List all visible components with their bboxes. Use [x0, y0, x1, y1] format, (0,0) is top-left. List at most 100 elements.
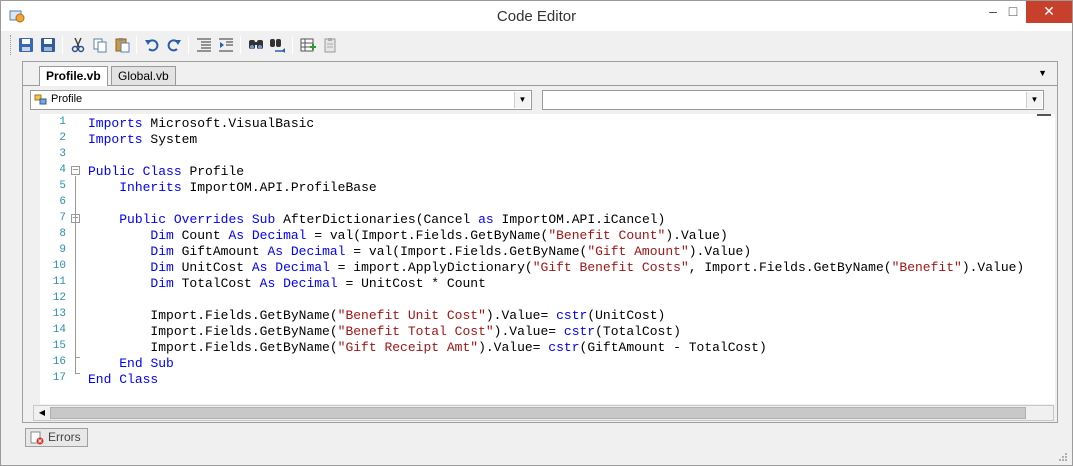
code-line[interactable]: Dim UnitCost As Decimal = import.ApplyDi…	[88, 260, 1024, 276]
line-number: 4	[59, 164, 66, 176]
code-text-segment: UnitCost	[173, 260, 252, 275]
code-text-segment: = UnitCost * Count	[337, 276, 486, 291]
copy-icon[interactable]	[90, 35, 110, 55]
indent-icon[interactable]	[194, 35, 214, 55]
code-line[interactable]: End Class	[88, 372, 158, 388]
code-text-segment: (UnitCost)	[587, 308, 666, 323]
editor-panel: Profile.vb Global.vb ▼ Profile ▼ ▼ 12345…	[22, 61, 1058, 423]
code-line[interactable]: Dim Count As Decimal = val(Import.Fields…	[88, 228, 728, 244]
paste-icon[interactable]	[112, 35, 132, 55]
code-line[interactable]: Imports Microsoft.VisualBasic	[88, 116, 314, 132]
code-text-segment: = import.ApplyDictionary(	[329, 260, 533, 275]
code-line[interactable]: Public Overrides Sub AfterDictionaries(C…	[88, 212, 665, 228]
collapse-icon[interactable]: –	[71, 166, 80, 175]
code-text-segment	[88, 212, 119, 227]
code-text-segment: = val(Import.Fields.GetByName(	[345, 244, 588, 259]
code-text-segment: Import.Fields.GetByName(	[88, 308, 338, 323]
code-keyword: cstr	[563, 324, 596, 339]
code-keyword: Dim	[150, 276, 174, 291]
scrollbar-thumb[interactable]	[50, 407, 1026, 419]
code-keyword: Imports	[88, 116, 143, 131]
close-button[interactable]: ✕	[1026, 1, 1072, 23]
toolbar	[10, 32, 1065, 58]
class-selector-combo[interactable]: Profile ▼	[30, 90, 532, 110]
chevron-down-icon[interactable]: ▼	[1026, 92, 1042, 108]
code-line[interactable]: Inherits ImportOM.API.ProfileBase	[88, 180, 376, 196]
code-line[interactable]: Import.Fields.GetByName("Benefit Unit Co…	[88, 308, 665, 324]
code-text-segment: ).Value)	[688, 244, 752, 259]
code-keyword: Dim	[150, 260, 174, 275]
code-string: "Gift Amount"	[587, 244, 689, 259]
code-text-segment: TotalCost	[173, 276, 260, 291]
window-title: Code Editor	[496, 8, 577, 25]
code-line[interactable]: Dim GiftAmount As Decimal = val(Import.F…	[88, 244, 751, 260]
replace-icon[interactable]	[268, 35, 288, 55]
insert-field-icon[interactable]	[298, 35, 318, 55]
line-number: 16	[52, 356, 66, 368]
code-text-segment: , Import.Fields.GetByName(	[688, 260, 892, 275]
code-line[interactable]: Dim TotalCost As Decimal = UnitCost * Co…	[88, 276, 486, 292]
code-text-segment: ).Value)	[961, 260, 1025, 275]
line-number: 1	[59, 116, 66, 128]
member-selector-combo[interactable]: ▼	[542, 90, 1044, 110]
tab-global-vb[interactable]: Global.vb	[111, 66, 176, 85]
tab-list-dropdown-icon[interactable]: ▼	[1038, 68, 1047, 78]
cut-icon[interactable]	[68, 35, 88, 55]
undo-icon[interactable]	[142, 35, 162, 55]
code-keyword: Public	[88, 164, 135, 179]
code-keyword: Decimal	[251, 228, 307, 243]
code-keyword: Class	[119, 372, 159, 387]
line-number: 17	[52, 372, 66, 384]
line-number: 6	[59, 196, 66, 208]
resize-grip-icon[interactable]	[1058, 451, 1068, 461]
line-number: 12	[52, 292, 66, 304]
code-keyword: Dim	[150, 244, 174, 259]
scroll-left-icon[interactable]: ◀	[34, 406, 50, 420]
line-number: 13	[52, 308, 66, 320]
line-number: 8	[59, 228, 66, 240]
code-keyword: Decimal	[275, 260, 330, 275]
maximize-button[interactable]: □	[1000, 1, 1026, 23]
code-text-segment	[88, 356, 119, 371]
line-number: 14	[52, 324, 66, 336]
code-text-segment	[244, 228, 252, 243]
horizontal-scrollbar[interactable]: ◀	[33, 405, 1054, 421]
code-keyword: cstr	[548, 340, 580, 355]
find-icon[interactable]	[246, 35, 266, 55]
code-area[interactable]: 1234567891011121314151617 – – Imports Mi…	[40, 114, 1055, 404]
code-keyword: Decimal	[290, 244, 346, 259]
code-string: "Benefit Unit Cost"	[337, 308, 486, 323]
code-text-segment: Microsoft.VisualBasic	[142, 116, 315, 131]
code-text-segment: = val(Import.Fields.GetByName(	[306, 228, 549, 243]
toolbar-grip[interactable]	[10, 35, 13, 55]
code-line[interactable]: Public Class Profile	[88, 164, 244, 180]
code-keyword: As	[259, 276, 276, 291]
code-line[interactable]: Imports System	[88, 132, 197, 148]
bottom-panel-tabs: Errors	[23, 427, 1063, 451]
code-text-segment: AfterDictionaries(Cancel	[275, 212, 479, 227]
code-text-segment: Import.Fields.GetByName(	[88, 324, 338, 339]
code-keyword: Overrides	[173, 212, 245, 227]
code-string: "Benefit Count"	[548, 228, 666, 243]
code-text-segment: ).Value)	[665, 228, 728, 243]
code-text-segment: GiftAmount	[173, 244, 268, 259]
code-keyword: Inherits	[119, 180, 182, 195]
tab-profile-vb[interactable]: Profile.vb	[39, 66, 108, 86]
code-line[interactable]: Import.Fields.GetByName("Benefit Total C…	[88, 324, 681, 340]
save-all-icon[interactable]	[38, 35, 58, 55]
chevron-down-icon[interactable]: ▼	[514, 92, 530, 108]
code-line[interactable]: End Sub	[88, 356, 174, 372]
errors-tab[interactable]: Errors	[25, 428, 88, 447]
code-text-segment: Profile	[181, 164, 245, 179]
code-line[interactable]: Import.Fields.GetByName("Gift Receipt Am…	[88, 340, 766, 356]
outdent-icon[interactable]	[216, 35, 236, 55]
redo-icon[interactable]	[164, 35, 184, 55]
code-keyword: As	[251, 260, 268, 275]
save-icon[interactable]	[16, 35, 36, 55]
code-keyword: Decimal	[283, 276, 338, 291]
code-keyword: Sub	[251, 212, 276, 227]
code-keyword: As	[228, 228, 245, 243]
clipboard-icon[interactable]	[320, 35, 340, 55]
line-number: 5	[59, 180, 66, 192]
code-keyword: Imports	[88, 132, 143, 147]
